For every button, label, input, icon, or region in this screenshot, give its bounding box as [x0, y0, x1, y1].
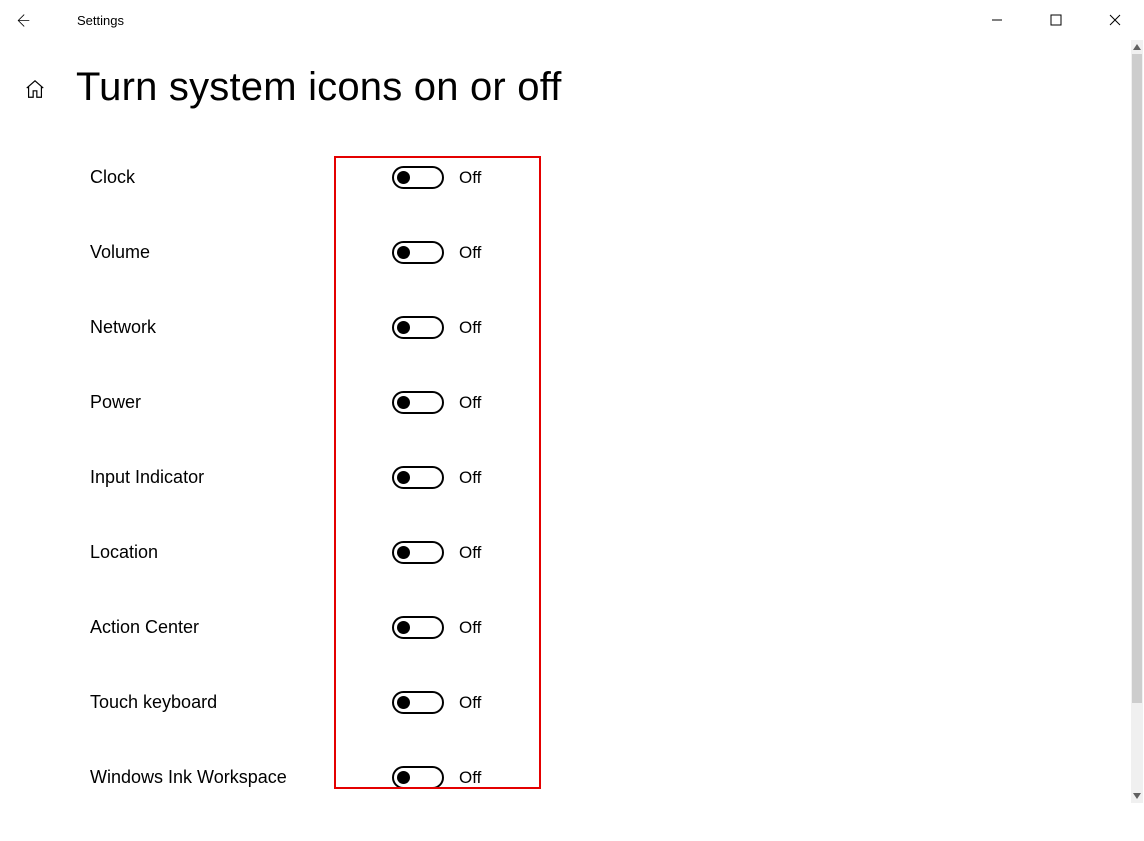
toggle-network[interactable] [392, 316, 444, 339]
app-title: Settings [77, 13, 124, 28]
setting-action-center: Action Center Off [90, 616, 1144, 691]
close-icon [1109, 14, 1121, 26]
toggle-state: Off [459, 468, 481, 488]
toggle-state: Off [459, 168, 481, 188]
minimize-button[interactable] [967, 0, 1026, 40]
toggle-knob [397, 396, 410, 409]
back-arrow-icon [14, 12, 31, 29]
chevron-up-icon [1133, 44, 1141, 50]
content-area: Turn system icons on or off Clock Off Vo… [0, 40, 1144, 841]
scrollbar-down-arrow[interactable] [1131, 789, 1143, 803]
toggle-input-indicator[interactable] [392, 466, 444, 489]
toggle-knob [397, 321, 410, 334]
toggle-group: Off [392, 616, 481, 639]
toggle-group: Off [392, 541, 481, 564]
scrollbar-thumb[interactable] [1132, 54, 1142, 703]
toggle-state: Off [459, 768, 481, 788]
toggle-state: Off [459, 393, 481, 413]
setting-label: Clock [90, 166, 392, 188]
setting-label: Action Center [90, 616, 392, 638]
toggle-clock[interactable] [392, 166, 444, 189]
page-header: Turn system icons on or off [24, 65, 1144, 110]
titlebar-left: Settings [0, 0, 124, 40]
toggle-state: Off [459, 618, 481, 638]
page-title: Turn system icons on or off [76, 65, 562, 110]
toggle-touch-keyboard[interactable] [392, 691, 444, 714]
setting-location: Location Off [90, 541, 1144, 616]
toggle-knob [397, 471, 410, 484]
toggle-knob [397, 246, 410, 259]
setting-label: Volume [90, 241, 392, 263]
setting-label: Input Indicator [90, 466, 392, 488]
setting-label: Network [90, 316, 392, 338]
toggle-knob [397, 771, 410, 784]
toggle-power[interactable] [392, 391, 444, 414]
toggle-windows-ink[interactable] [392, 766, 444, 789]
titlebar: Settings [0, 0, 1144, 40]
toggle-group: Off [392, 691, 481, 714]
setting-label: Power [90, 391, 392, 413]
toggle-volume[interactable] [392, 241, 444, 264]
toggle-knob [397, 621, 410, 634]
toggle-knob [397, 696, 410, 709]
setting-network: Network Off [90, 316, 1144, 391]
home-button[interactable] [24, 78, 44, 98]
setting-label: Location [90, 541, 392, 563]
maximize-icon [1050, 14, 1062, 26]
chevron-down-icon [1133, 793, 1141, 799]
close-button[interactable] [1085, 0, 1144, 40]
toggle-state: Off [459, 243, 481, 263]
setting-touch-keyboard: Touch keyboard Off [90, 691, 1144, 766]
toggle-group: Off [392, 316, 481, 339]
settings-list: Clock Off Volume Off Network Off Power [90, 166, 1144, 841]
toggle-group: Off [392, 466, 481, 489]
toggle-knob [397, 171, 410, 184]
setting-power: Power Off [90, 391, 1144, 466]
window-controls [967, 0, 1144, 40]
toggle-knob [397, 546, 410, 559]
setting-clock: Clock Off [90, 166, 1144, 241]
setting-label: Touch keyboard [90, 691, 392, 713]
setting-label: Windows Ink Workspace [90, 766, 392, 788]
toggle-group: Off [392, 241, 481, 264]
toggle-location[interactable] [392, 541, 444, 564]
setting-volume: Volume Off [90, 241, 1144, 316]
setting-input-indicator: Input Indicator Off [90, 466, 1144, 541]
toggle-group: Off [392, 391, 481, 414]
minimize-icon [991, 14, 1003, 26]
maximize-button[interactable] [1026, 0, 1085, 40]
toggle-state: Off [459, 318, 481, 338]
toggle-state: Off [459, 693, 481, 713]
toggle-action-center[interactable] [392, 616, 444, 639]
scrollbar-up-arrow[interactable] [1131, 40, 1143, 54]
scrollbar[interactable] [1131, 40, 1143, 803]
toggle-state: Off [459, 543, 481, 563]
back-button[interactable] [0, 0, 44, 40]
toggle-group: Off [392, 166, 481, 189]
toggle-group: Off [392, 766, 481, 789]
home-icon [24, 78, 46, 100]
